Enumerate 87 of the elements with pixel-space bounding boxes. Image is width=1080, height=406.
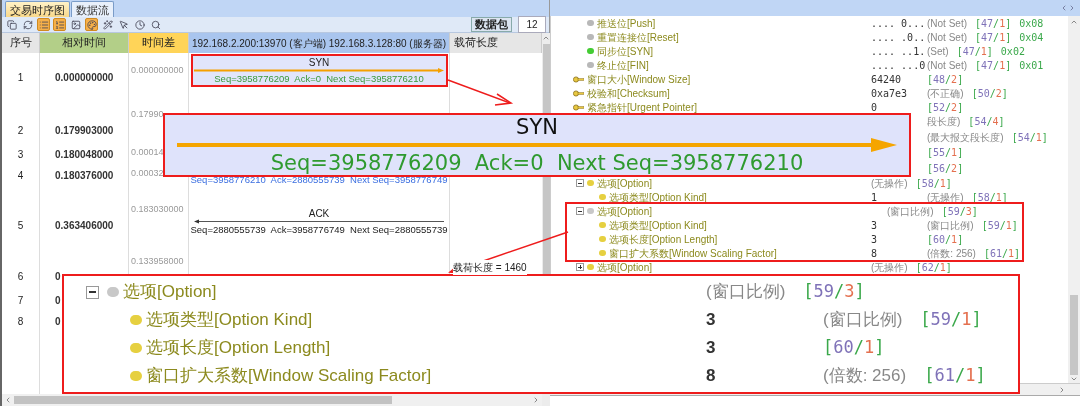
relative-time: 0.180048000 bbox=[55, 148, 114, 162]
field-annotation: (无操作) bbox=[871, 260, 908, 275]
hex-mask: 0x01 bbox=[1019, 58, 1044, 73]
relative-time: 0.179903000 bbox=[55, 124, 114, 138]
field-value: 3 bbox=[871, 233, 878, 245]
byte-reference: [61/1] bbox=[924, 364, 986, 388]
byte-reference: [59/1] bbox=[920, 308, 982, 332]
field-value: 64240 bbox=[871, 73, 902, 85]
row-number: 6 bbox=[17, 270, 24, 284]
relative-time: 0.180376000 bbox=[55, 169, 114, 183]
field-value: 1 bbox=[871, 191, 878, 203]
field-annotation: (无操作) bbox=[871, 176, 908, 191]
byte-reference: [47/1] bbox=[956, 44, 993, 59]
relative-time: 0 bbox=[55, 315, 61, 329]
field-annotation: (Not Set) bbox=[927, 30, 967, 45]
time-delta: 0.00014 bbox=[131, 146, 164, 160]
field-annotation: (Not Set) bbox=[927, 58, 967, 73]
row-number: 8 bbox=[17, 315, 24, 329]
message-detail: Seq=2880555739 Ack=3958776749 Next Seq=2880555739 bbox=[190, 224, 448, 235]
field-value: .... ...0 bbox=[871, 59, 926, 71]
field-value: 0 bbox=[871, 101, 878, 113]
byte-reference: [47/1] bbox=[975, 16, 1012, 31]
time-delta: 0.183030000 bbox=[131, 202, 184, 216]
field-annotation: (倍数: 256) bbox=[927, 246, 976, 261]
byte-reference: [61/1] bbox=[983, 246, 1021, 261]
byte-reference: [52/2] bbox=[927, 100, 964, 115]
field-value: 8 bbox=[706, 366, 716, 386]
byte-reference: [59/1] bbox=[981, 218, 1018, 233]
byte-reference: [47/1] bbox=[975, 58, 1012, 73]
field-value: .... 0... bbox=[871, 17, 926, 29]
byte-reference: [60/1] bbox=[927, 232, 964, 247]
time-delta: 0.00032 bbox=[131, 167, 164, 181]
field-value: .... .0.. bbox=[871, 31, 926, 43]
row-number: 4 bbox=[17, 169, 24, 183]
byte-reference: [59/3] bbox=[803, 280, 865, 304]
message-detail: Seq=3958776209 Ack=0 Next Seq=3958776210 bbox=[270, 152, 804, 174]
field-annotation: (倍数: 256) bbox=[823, 365, 907, 388]
field-annotation: (窗口比例) bbox=[887, 204, 934, 219]
message-label: ACK bbox=[308, 208, 330, 219]
client-address: 192.168.2.200:13970 (客户端) bbox=[192, 36, 326, 51]
field-annotation: (Set) bbox=[927, 44, 949, 59]
field-annotation: (最大报文段长度) bbox=[927, 130, 1004, 145]
hex-mask: 0x02 bbox=[1000, 44, 1025, 59]
row-number: 3 bbox=[17, 148, 24, 162]
message-label: SYN bbox=[308, 57, 330, 68]
field-annotation: (不正确) bbox=[927, 86, 964, 101]
byte-reference: [50/2] bbox=[971, 86, 1008, 101]
field-annotation: (Not Set) bbox=[927, 16, 967, 31]
field-annotation: (窗口比例) bbox=[706, 281, 786, 304]
packet-count-label: 数据包 bbox=[471, 17, 512, 32]
byte-reference: [58/1] bbox=[915, 176, 952, 191]
time-delta: 0.133958000 bbox=[131, 254, 184, 268]
field-value: 3 bbox=[706, 338, 716, 358]
message-detail: Seq=3958776209 Ack=0 Next Seq=3958776210 bbox=[214, 73, 424, 84]
byte-reference: [54/4] bbox=[968, 115, 1005, 130]
row-number: 1 bbox=[17, 71, 24, 85]
time-delta: 0.000000000 bbox=[131, 63, 184, 77]
hex-mask: 0x04 bbox=[1019, 30, 1044, 45]
field-annotation: (窗口比例) bbox=[927, 218, 974, 233]
hex-mask: 0x08 bbox=[1019, 16, 1044, 31]
field-value: 8 bbox=[871, 247, 878, 259]
field-value: 3 bbox=[871, 219, 878, 231]
byte-reference: [59/3] bbox=[941, 204, 978, 219]
row-number: 2 bbox=[17, 124, 24, 138]
relative-time: 0 bbox=[55, 270, 61, 284]
field-value: .... ..1. bbox=[871, 45, 926, 57]
byte-reference: [55/1] bbox=[927, 146, 964, 161]
byte-reference: [60/1] bbox=[823, 336, 885, 360]
field-value: 3 bbox=[706, 310, 716, 330]
byte-reference: [48/2] bbox=[927, 72, 964, 87]
relative-time: 0.000000000 bbox=[55, 71, 114, 85]
field-value: 0xa7e3 bbox=[871, 87, 908, 99]
row-number: 7 bbox=[17, 294, 24, 308]
message-detail: Seq=3958776210 Ack=2880555739 Next Seq=3958776749 bbox=[189, 174, 449, 185]
byte-reference: [47/1] bbox=[975, 30, 1012, 45]
time-delta: 0.17990 bbox=[131, 107, 164, 121]
byte-reference: [56/2] bbox=[927, 161, 964, 176]
relative-time: 0 bbox=[55, 294, 61, 308]
payload-length: 载荷长度 = 1460 bbox=[453, 260, 527, 275]
byte-reference: [62/1] bbox=[915, 260, 952, 275]
row-number: 5 bbox=[17, 219, 24, 233]
message-label: SYN bbox=[516, 116, 558, 138]
field-annotation: 段长度) bbox=[927, 115, 961, 130]
server-address: 192.168.3.128:80 (服务器) bbox=[328, 36, 446, 51]
relative-time: 0.363406000 bbox=[55, 219, 114, 233]
field-annotation: (窗口比例) bbox=[823, 309, 903, 332]
byte-reference: [54/1] bbox=[1011, 130, 1048, 145]
